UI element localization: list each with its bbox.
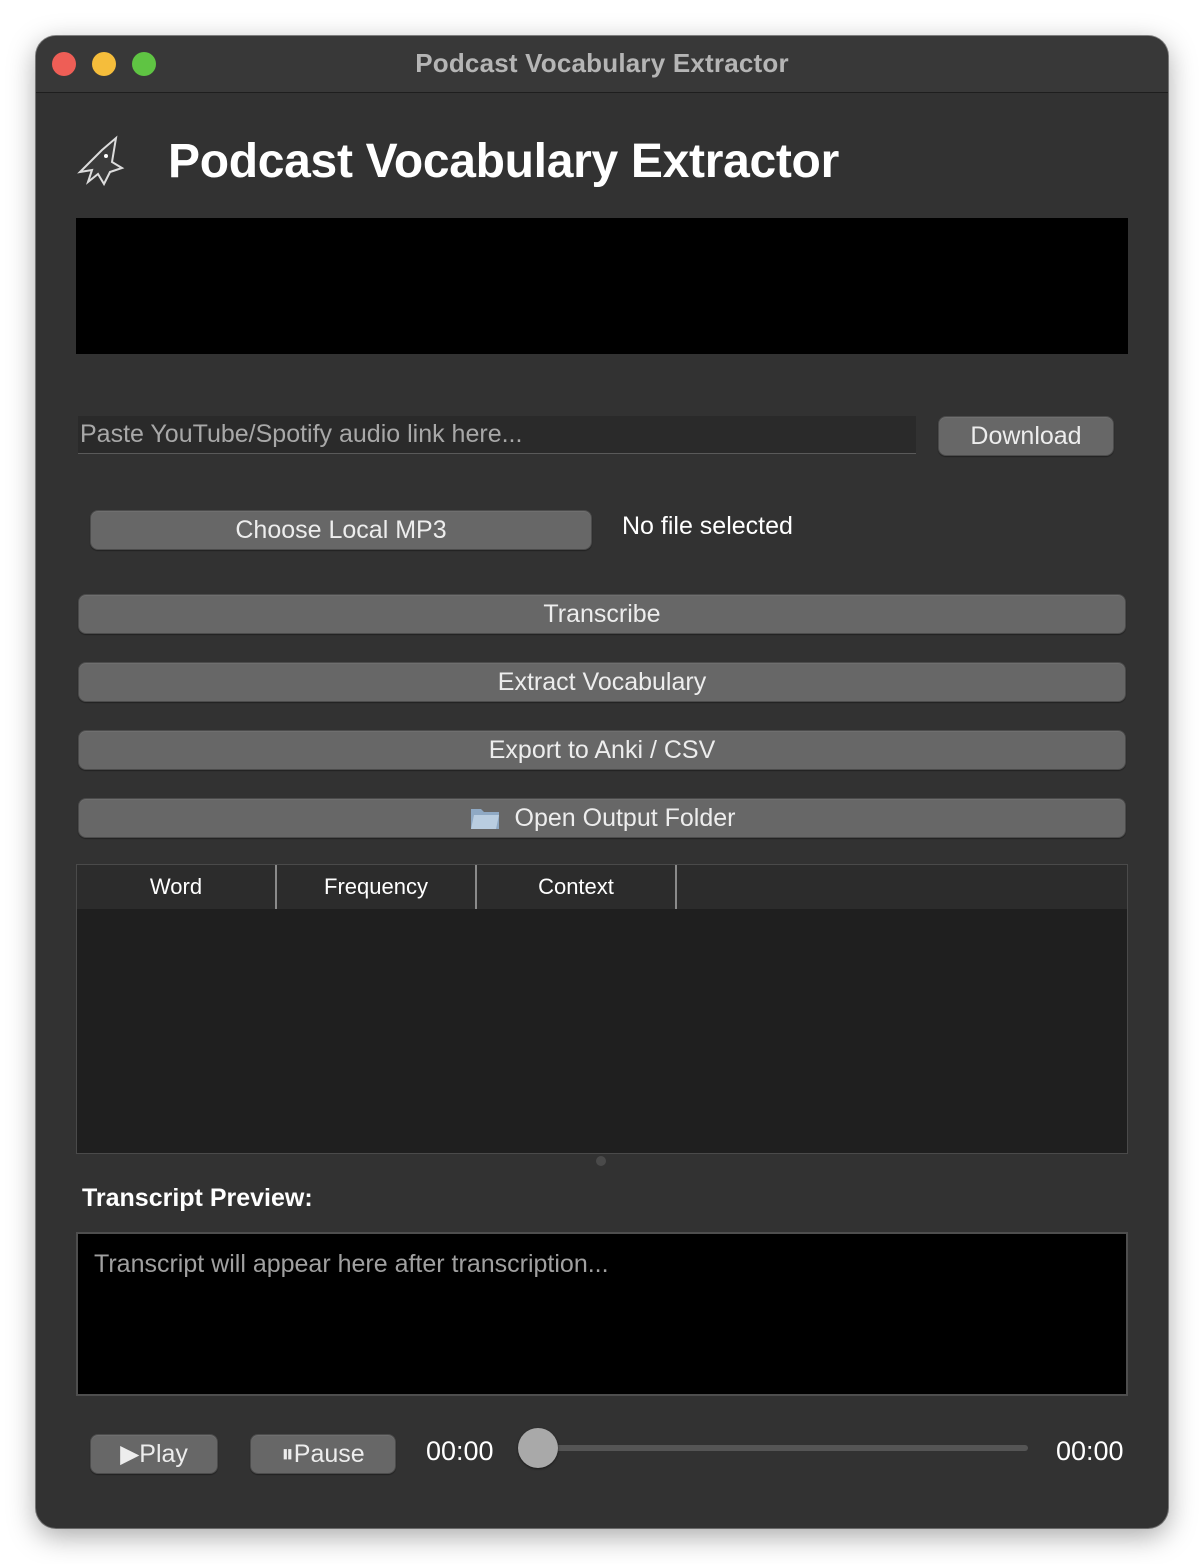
open-output-folder-button[interactable]: Open Output Folder [78,798,1126,838]
extract-vocabulary-button[interactable]: Extract Vocabulary [78,662,1126,702]
column-header-word[interactable]: Word [77,865,277,909]
download-button[interactable]: Download [938,416,1114,456]
vocabulary-table: Word Frequency Context [76,864,1128,1154]
playback-slider-thumb[interactable] [518,1428,558,1468]
page-title: Podcast Vocabulary Extractor [168,135,839,188]
folder-icon [470,809,499,829]
playback-slider-track[interactable] [534,1445,1028,1451]
column-header-frequency[interactable]: Frequency [277,865,477,909]
app-window: Podcast Vocabulary Extractor Podcast Voc… [36,36,1168,1528]
open-output-folder-label: Open Output Folder [514,803,736,832]
column-header-context[interactable]: Context [477,865,677,909]
file-status-label: No file selected [622,512,793,540]
splitter-handle[interactable] [596,1156,606,1166]
link-input[interactable] [78,416,916,454]
window-title: Podcast Vocabulary Extractor [415,48,789,78]
current-time: 00:00 [426,1436,494,1466]
table-header: Word Frequency Context [77,865,1127,909]
title-bar: Podcast Vocabulary Extractor [36,36,1168,93]
transcript-label: Transcript Preview: [82,1184,313,1212]
pause-button[interactable]: ⏸Pause [250,1434,396,1474]
bat-icon [77,135,125,187]
banner-panel [76,218,1128,354]
export-anki-csv-button[interactable]: Export to Anki / CSV [78,730,1126,770]
transcribe-button[interactable]: Transcribe [78,594,1126,634]
play-button[interactable]: ▶Play [90,1434,218,1474]
transcript-preview[interactable] [76,1232,1128,1396]
choose-local-mp3-button[interactable]: Choose Local MP3 [90,510,592,550]
total-time: 00:00 [1056,1436,1124,1466]
